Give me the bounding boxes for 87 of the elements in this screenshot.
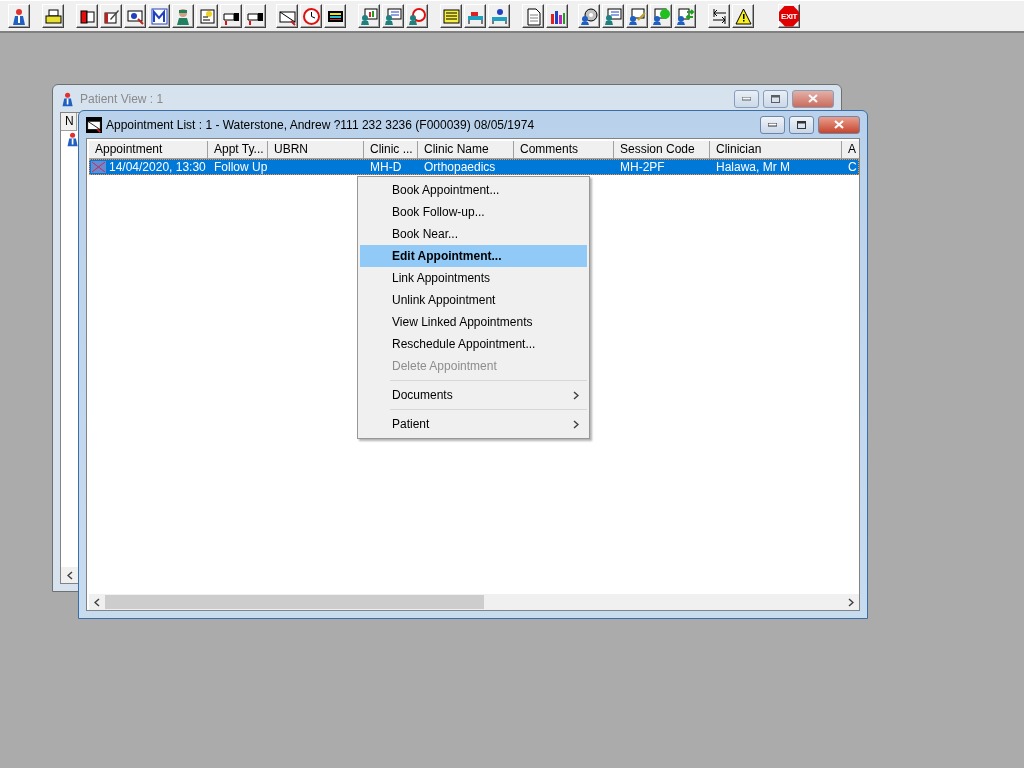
- toolbar-button[interactable]: [148, 4, 170, 28]
- toolbar-button[interactable]: [196, 4, 218, 28]
- column-header[interactable]: Appointment: [89, 141, 208, 159]
- patient-transfer-icon: [675, 6, 695, 26]
- envelope-icon: [86, 116, 102, 133]
- printer-icon: [43, 6, 63, 26]
- column-header[interactable]: N: [61, 113, 77, 131]
- toolbar-button[interactable]: [382, 4, 404, 28]
- toolbar-button[interactable]: [172, 4, 194, 28]
- table-cell: 14/04/2020, 13:30: [109, 159, 206, 175]
- toolbar-button[interactable]: [406, 4, 428, 28]
- patient-chart-icon: [359, 6, 379, 26]
- minimize-icon: [742, 96, 751, 101]
- toolbar-button[interactable]: [732, 4, 754, 28]
- toolbar-button[interactable]: [464, 4, 486, 28]
- menu-item[interactable]: Book Follow-up...: [360, 201, 587, 223]
- appointment-row[interactable]: 14/04/2020, 13:30 Follow Up MH-D Orthopaedics MH-2PF Halawa, Mr M C: [89, 159, 859, 175]
- letter-m-icon: [149, 6, 169, 26]
- patient-bed-icon: [489, 6, 509, 26]
- maximize-icon: [797, 120, 806, 129]
- close-button[interactable]: [792, 89, 834, 108]
- column-header[interactable]: UBRN: [268, 141, 364, 159]
- table-cell-text: Orthopaedics: [423, 159, 497, 175]
- toolbar-button[interactable]: [324, 4, 346, 28]
- menu-item[interactable]: View Linked Appointments: [360, 311, 587, 333]
- toolbar-button[interactable]: [578, 4, 600, 28]
- column-header[interactable]: Clinic ...: [364, 141, 418, 159]
- patient-card-icon: [383, 6, 403, 26]
- table-cell-text: Follow Up: [213, 159, 268, 175]
- note-icon: [197, 6, 217, 26]
- toolbar-button[interactable]: [300, 4, 322, 28]
- patient-disc-icon: [579, 6, 599, 26]
- maximize-button[interactable]: [763, 89, 788, 108]
- column-header[interactable]: Appt Ty...: [208, 141, 268, 159]
- toolbar-button[interactable]: [674, 4, 696, 28]
- toolbar-button[interactable]: [8, 4, 30, 28]
- column-header[interactable]: A: [842, 141, 859, 159]
- horizontal-scrollbar[interactable]: [89, 594, 859, 610]
- minimize-icon: [768, 122, 777, 127]
- menu-item[interactable]: Book Near...: [360, 223, 587, 245]
- table-cell-text: MH-D: [369, 159, 403, 175]
- toolbar-button[interactable]: [602, 4, 624, 28]
- toolbar-button[interactable]: [626, 4, 648, 28]
- toolbar-button[interactable]: [708, 4, 730, 28]
- maximize-icon: [771, 94, 780, 103]
- menu-item[interactable]: Documents: [360, 384, 587, 406]
- patient-clock-icon: [407, 6, 427, 26]
- menu-item[interactable]: Patient: [360, 413, 587, 435]
- scroll-right-icon: [848, 597, 854, 607]
- toolbar-button[interactable]: [488, 4, 510, 28]
- patient-pen-icon: [627, 6, 647, 26]
- menu-item[interactable]: Book Appointment...: [360, 179, 587, 201]
- table-cell-text: C: [847, 159, 858, 175]
- toolbar-button[interactable]: [76, 4, 98, 28]
- patient-card-icon: [603, 6, 623, 26]
- table-cell-text: MH-2PF: [619, 159, 666, 175]
- window-title: Patient View : 1: [80, 91, 165, 106]
- warning-icon: [733, 6, 753, 26]
- scroll-left-icon: [94, 597, 100, 607]
- toolbar-button[interactable]: [100, 4, 122, 28]
- window-title: Appointment List : 1 - Waterstone, Andrew ?111 232 3236 (F000039) 08/05/1974: [106, 117, 536, 132]
- notepad-icon: [441, 6, 461, 26]
- scrollbar-thumb[interactable]: [105, 595, 484, 609]
- column-header[interactable]: Clinic Name: [418, 141, 514, 159]
- table-cell-text: Halawa, Mr M: [715, 159, 791, 175]
- column-header[interactable]: Clinician: [710, 141, 842, 159]
- maximize-button[interactable]: [789, 115, 814, 134]
- exit-button[interactable]: EXIT: [778, 4, 800, 28]
- appointment-icon: [91, 160, 107, 174]
- toolbar-button[interactable]: [42, 4, 64, 28]
- clock-icon: [301, 6, 321, 26]
- scroll-left-icon: [67, 570, 73, 580]
- close-button[interactable]: [818, 115, 860, 134]
- close-icon: [808, 94, 818, 103]
- toolbar-button[interactable]: [276, 4, 298, 28]
- column-header[interactable]: Comments: [514, 141, 614, 159]
- toolbar-button[interactable]: [124, 4, 146, 28]
- menu-item[interactable]: Unlink Appointment: [360, 289, 587, 311]
- toolbar-button[interactable]: [358, 4, 380, 28]
- menu-item[interactable]: Reschedule Appointment...: [360, 333, 587, 355]
- close-icon: [834, 120, 844, 129]
- column-header[interactable]: Session Code: [614, 141, 710, 159]
- toolbar-button[interactable]: [546, 4, 568, 28]
- menu-item[interactable]: Link Appointments: [360, 267, 587, 289]
- toolbar-button[interactable]: [440, 4, 462, 28]
- toolbar-button[interactable]: [522, 4, 544, 28]
- menu-item[interactable]: Edit Appointment...: [360, 245, 587, 267]
